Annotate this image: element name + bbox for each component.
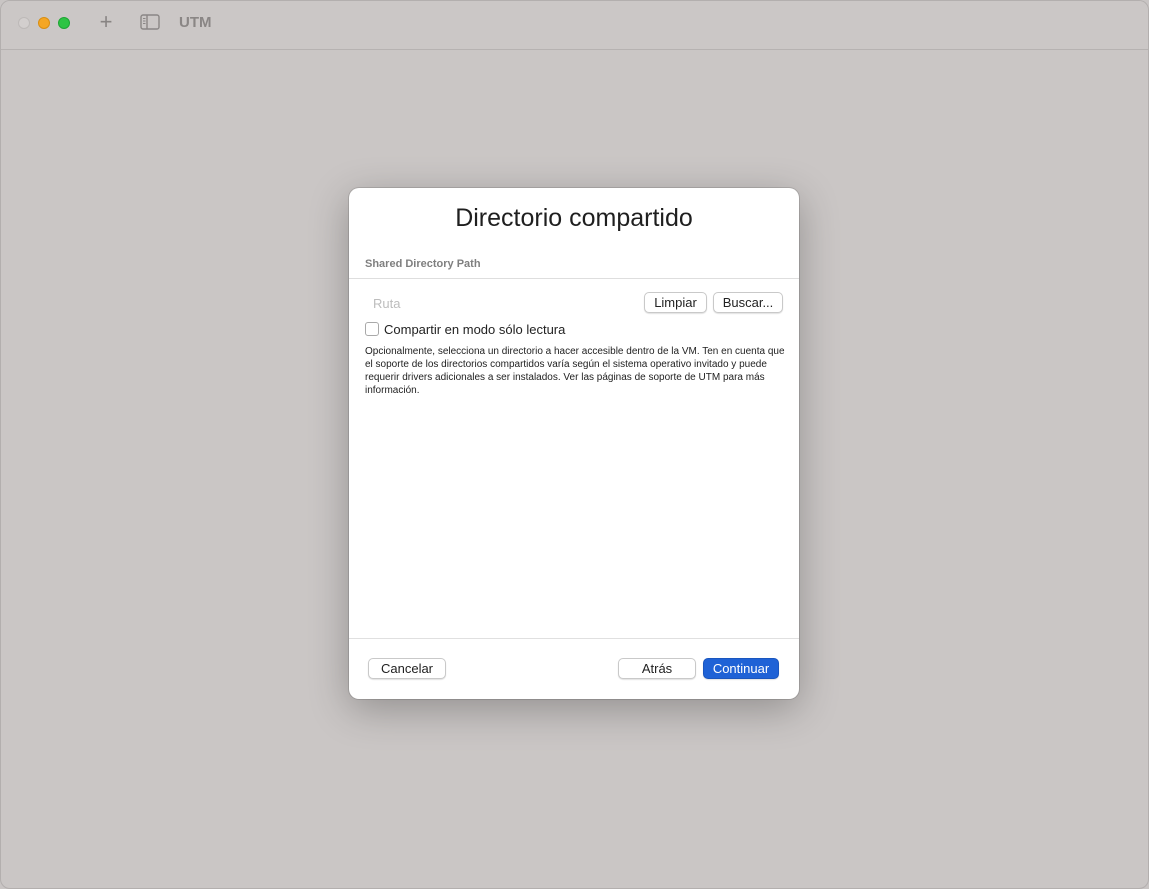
readonly-checkbox[interactable] (365, 322, 379, 336)
shared-directory-sheet: Directorio compartido Shared Directory P… (349, 188, 799, 699)
back-button[interactable]: Atrás (618, 658, 696, 679)
section-divider (349, 278, 799, 279)
plus-icon[interactable]: + (96, 11, 116, 33)
sidebar-toggle-icon[interactable] (140, 14, 160, 35)
zoom-window-button[interactable] (58, 17, 70, 29)
minimize-window-button[interactable] (38, 17, 50, 29)
title-bar: + UTM (1, 1, 1148, 50)
window-title: UTM (179, 14, 212, 31)
continue-button[interactable]: Continuar (703, 658, 779, 679)
path-input[interactable] (365, 294, 623, 312)
readonly-checkbox-label[interactable]: Compartir en modo sólo lectura (384, 322, 565, 337)
section-header: Shared Directory Path (365, 258, 481, 270)
dialog-title: Directorio compartido (455, 204, 693, 232)
cancel-button[interactable]: Cancelar (368, 658, 446, 679)
close-window-button[interactable] (18, 17, 30, 29)
footer-divider (349, 638, 799, 639)
browse-button[interactable]: Buscar... (713, 292, 783, 313)
help-text: Opcionalmente, selecciona un directorio … (365, 346, 785, 396)
clear-button[interactable]: Limpiar (644, 292, 707, 313)
app-window: + UTM Directorio compartido Shared Direc… (0, 0, 1149, 889)
